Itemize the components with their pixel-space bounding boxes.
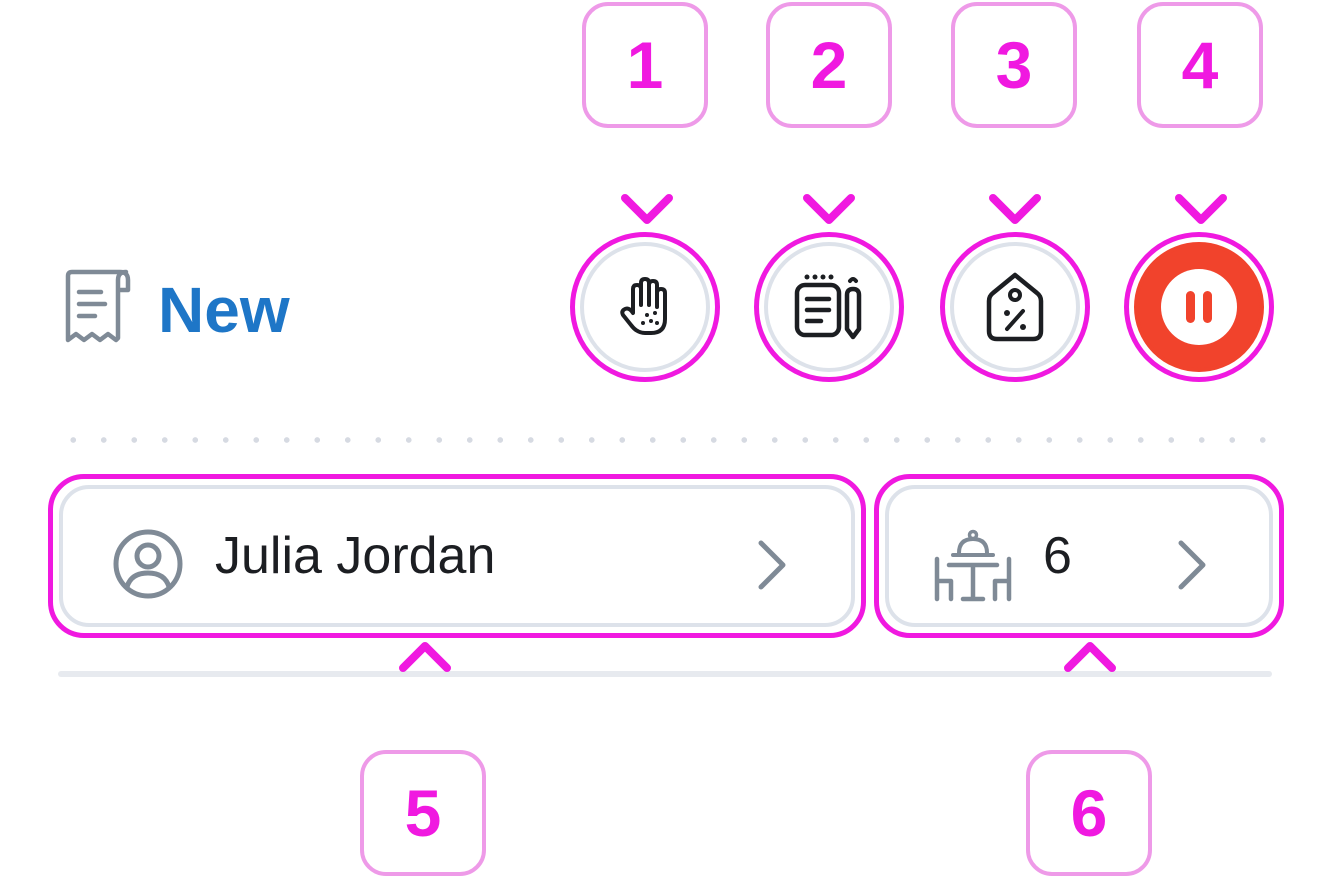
callout-arrow-5 (399, 642, 451, 752)
dotted-separator (58, 437, 1278, 443)
discount-button[interactable] (940, 232, 1090, 382)
callout-arrow-2 (803, 128, 855, 224)
notes-button[interactable] (754, 232, 904, 382)
callout-2: 2 (766, 2, 892, 128)
pause-button[interactable] (1124, 232, 1274, 382)
callout-4: 4 (1137, 2, 1263, 128)
table-selector[interactable]: 6 (874, 474, 1284, 638)
callout-6: 6 (1026, 750, 1152, 876)
hold-button[interactable] (570, 232, 720, 382)
receipt-icon (65, 269, 131, 343)
table-number: 6 (1043, 527, 1072, 585)
chevron-right-icon (1178, 540, 1206, 590)
callout-arrow-3 (989, 128, 1041, 224)
hand-icon (620, 277, 667, 335)
callout-1: 1 (582, 2, 708, 128)
callout-5: 5 (360, 750, 486, 876)
page-title: New (158, 274, 290, 346)
notes-pencil-icon (794, 274, 862, 340)
pause-icon (1161, 269, 1237, 345)
customer-name: Julia Jordan (215, 527, 496, 585)
user-circle-icon (113, 529, 183, 599)
callout-arrow-1 (621, 128, 673, 224)
callout-3: 3 (951, 2, 1077, 128)
callout-arrow-6 (1064, 642, 1116, 752)
customer-selector[interactable]: Julia Jordan (48, 474, 866, 638)
discount-tag-icon (986, 272, 1044, 342)
chevron-right-icon (758, 540, 786, 590)
dining-table-icon (934, 529, 1012, 602)
callout-arrow-4 (1175, 128, 1227, 224)
